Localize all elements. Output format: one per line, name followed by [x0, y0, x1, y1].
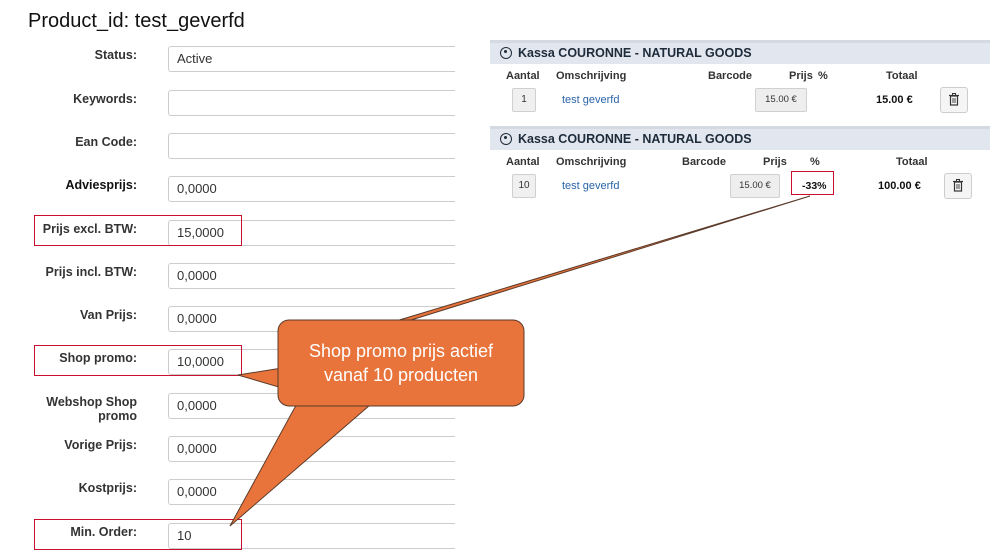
callout-arrow-to-min-order	[229, 397, 372, 527]
callout-line-1: Shop promo prijs actief	[308, 341, 494, 361]
callout-arrow-to-shop-promo	[237, 367, 283, 389]
callout-arrows	[229, 195, 811, 527]
callout-line-2: vanaf 10 producten	[323, 365, 479, 385]
callout-text: Shop promo prijs actief vanaf 10 product…	[278, 320, 524, 406]
